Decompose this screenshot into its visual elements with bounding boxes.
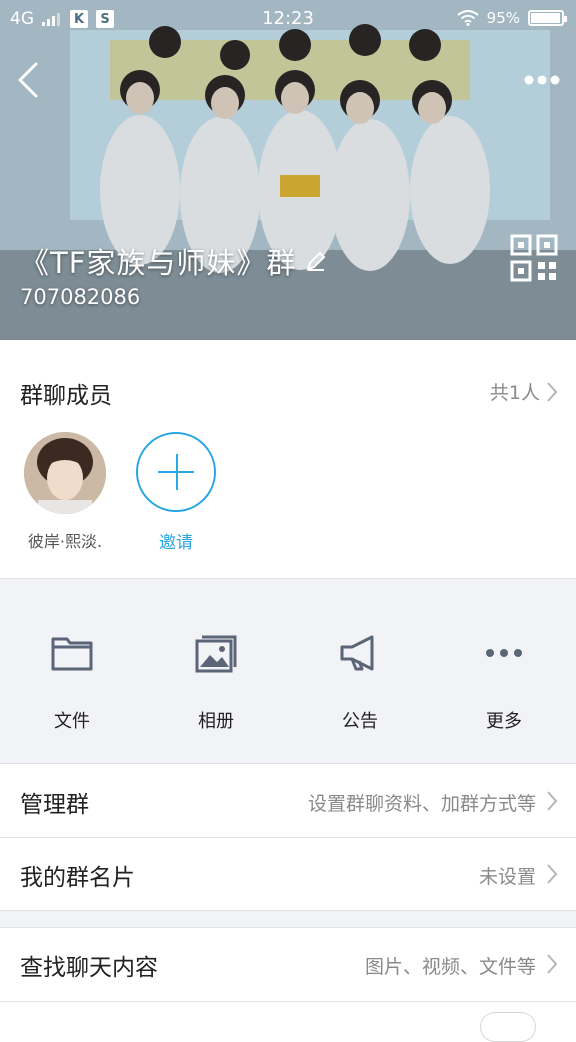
manage-group-value: 设置群聊资料、加群方式等 — [307, 793, 536, 815]
announcement-label: 公告 — [342, 711, 378, 732]
chevron-right-icon — [547, 954, 558, 974]
more-label: 更多 — [486, 711, 522, 732]
member-name: 彼岸·熙淡. — [27, 532, 103, 551]
group-card-row[interactable]: 我的群名片 未设置 — [0, 838, 576, 910]
battery-percent: 95% — [486, 9, 520, 27]
chevron-right-icon — [547, 791, 558, 811]
announcement-button[interactable]: 公告 — [288, 579, 432, 765]
member-count: 共1人 — [489, 382, 540, 404]
group-card-title: 我的群名片 — [20, 865, 135, 891]
chevron-right-icon — [547, 381, 558, 402]
files-button[interactable]: 文件 — [0, 579, 144, 765]
manage-group-title: 管理群 — [20, 792, 89, 818]
invite-label[interactable]: 邀请 — [136, 528, 216, 553]
search-history-value: 图片、视频、文件等 — [364, 956, 536, 978]
back-icon[interactable] — [12, 58, 48, 102]
section-gap — [0, 910, 576, 928]
chevron-right-icon — [547, 864, 558, 884]
group-cover-banner[interactable]: 4G K S 12:23 95% 《TF家族与师妹》群 707082086 — [0, 0, 576, 340]
group-card-value: 未设置 — [478, 866, 536, 888]
invite-button[interactable] — [136, 432, 216, 512]
manage-group-row[interactable]: 管理群 设置群聊资料、加群方式等 — [0, 765, 576, 837]
members-section: 群聊成员 共1人 彼岸·熙淡. 邀请 — [0, 340, 576, 578]
qr-code-icon[interactable] — [510, 234, 558, 282]
more-button[interactable]: 更多 — [432, 579, 576, 765]
search-history-row[interactable]: 查找聊天内容 图片、视频、文件等 — [0, 928, 576, 1000]
megaphone-icon — [340, 635, 374, 671]
album-button[interactable]: 相册 — [144, 579, 288, 765]
quick-actions: 文件 相册 公告 更多 — [0, 578, 576, 764]
member-count-link[interactable]: 共1人 — [490, 378, 558, 405]
search-history-title: 查找聊天内容 — [20, 955, 158, 981]
group-name: 《TF家族与师妹》群 — [20, 246, 297, 280]
next-row-partial — [0, 1002, 576, 1042]
members-title: 群聊成员 — [20, 383, 112, 409]
album-label: 相册 — [198, 711, 234, 732]
avatar-photo — [24, 432, 106, 514]
toggle-switch[interactable] — [480, 1012, 536, 1042]
member-avatar[interactable] — [24, 432, 106, 514]
more-options-icon[interactable] — [522, 68, 562, 92]
group-name-editable[interactable]: 《TF家族与师妹》群 — [20, 240, 328, 282]
more-dots-icon — [486, 649, 522, 657]
battery-icon — [528, 10, 567, 26]
edit-icon — [306, 251, 326, 271]
files-label: 文件 — [54, 711, 90, 732]
folder-icon — [51, 637, 93, 671]
album-icon — [195, 635, 237, 673]
wifi-icon — [457, 10, 479, 26]
group-id: 707082086 — [20, 285, 141, 309]
status-bar: 4G K S 12:23 95% — [0, 0, 576, 38]
